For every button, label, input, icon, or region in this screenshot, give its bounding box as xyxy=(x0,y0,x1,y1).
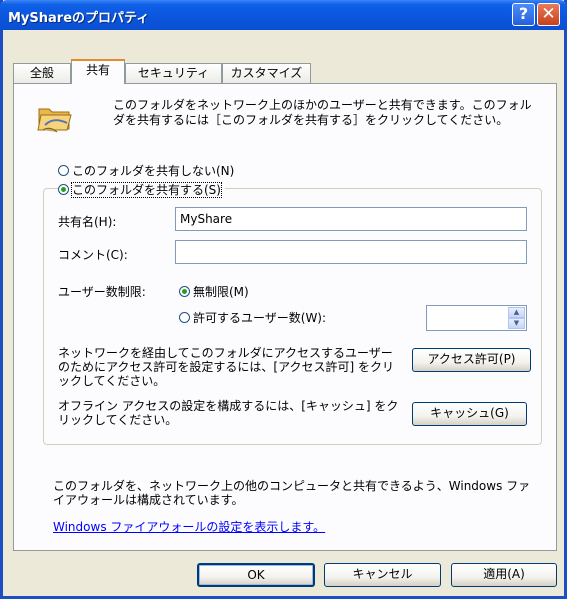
tab-general[interactable]: 全般 xyxy=(13,63,71,83)
ok-button[interactable]: OK xyxy=(197,563,315,587)
properties-dialog: MyShareのプロパティ ? ✕ 全般 共有 セキュリティ カスタマイズ この… xyxy=(0,0,567,599)
unlimited-option[interactable]: 無制限(M) xyxy=(179,283,249,300)
share-name-label: 共有名(H): xyxy=(58,215,117,229)
allow-count-label: 許可するユーザー数(W): xyxy=(193,311,327,325)
shared-folder-icon xyxy=(37,108,72,133)
spinner-down-icon[interactable]: ▼ xyxy=(508,318,525,329)
share-this-folder-label: このフォルダを共有する(S) xyxy=(71,182,222,198)
cancel-button[interactable]: キャンセル xyxy=(324,563,441,587)
tab-sharing[interactable]: 共有 xyxy=(71,59,125,84)
spinner-buttons: ▲ ▼ xyxy=(508,307,525,329)
apply-button[interactable]: 適用(A) xyxy=(451,563,557,587)
title-bar[interactable]: MyShareのプロパティ ? ✕ xyxy=(0,0,567,30)
permissions-description: ネットワークを経由してこのフォルダにアクセスするユーザーのためにアクセス許可を設… xyxy=(58,346,394,388)
do-not-share-option[interactable]: このフォルダを共有しない(N) xyxy=(58,162,234,179)
comment-input[interactable] xyxy=(175,240,527,264)
sharing-description: このフォルダをネットワーク上のほかのユーザーと共有できます。このフォルダを共有す… xyxy=(113,98,532,127)
spinner-up-icon[interactable]: ▲ xyxy=(508,307,525,318)
close-button[interactable]: ✕ xyxy=(537,3,560,26)
comment-label: コメント(C): xyxy=(58,248,128,262)
do-not-share-label: このフォルダを共有しない(N) xyxy=(72,164,235,178)
window-title: MyShareのプロパティ xyxy=(8,11,150,26)
tab-security[interactable]: セキュリティ xyxy=(125,63,222,83)
unlimited-label: 無制限(M) xyxy=(193,285,249,299)
allow-count-option[interactable]: 許可するユーザー数(W): xyxy=(179,309,326,326)
firewall-settings-link[interactable]: Windows ファイアウォールの設定を表示します。 xyxy=(53,518,325,535)
share-this-folder-radio[interactable] xyxy=(58,184,69,195)
unlimited-radio[interactable] xyxy=(179,286,190,297)
do-not-share-radio[interactable] xyxy=(58,165,69,176)
share-name-input[interactable]: MyShare xyxy=(175,207,527,231)
firewall-note: このフォルダを、ネットワーク上の他のコンピュータと共有できるよう、Windows… xyxy=(53,479,531,507)
share-this-folder-option[interactable]: このフォルダを共有する(S) xyxy=(58,181,225,198)
user-limit-label: ユーザー数制限: xyxy=(58,285,146,299)
tab-customize[interactable]: カスタマイズ xyxy=(222,63,311,83)
allow-count-radio[interactable] xyxy=(179,312,190,323)
help-button[interactable]: ? xyxy=(512,3,535,26)
permissions-button[interactable]: アクセス許可(P) xyxy=(412,348,531,372)
caching-button[interactable]: キャッシュ(G) xyxy=(412,402,527,426)
user-count-spinner[interactable]: ▲ ▼ xyxy=(426,305,527,331)
caching-description: オフライン アクセスの設定を構成するには、[キャッシュ] をクリックしてください… xyxy=(58,399,399,427)
